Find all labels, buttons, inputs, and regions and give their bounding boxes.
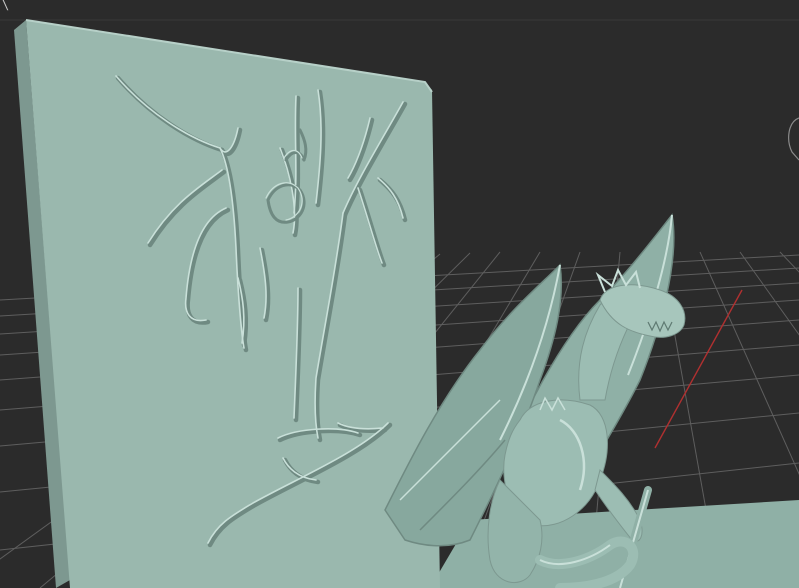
viewport-corner-mark: \ [2, 0, 10, 12]
relief-panel-tree[interactable] [14, 19, 440, 588]
3d-viewport[interactable]: \ [0, 0, 799, 588]
view-gizmo-arc[interactable] [788, 117, 799, 161]
viewport-header-strip [0, 0, 799, 20]
